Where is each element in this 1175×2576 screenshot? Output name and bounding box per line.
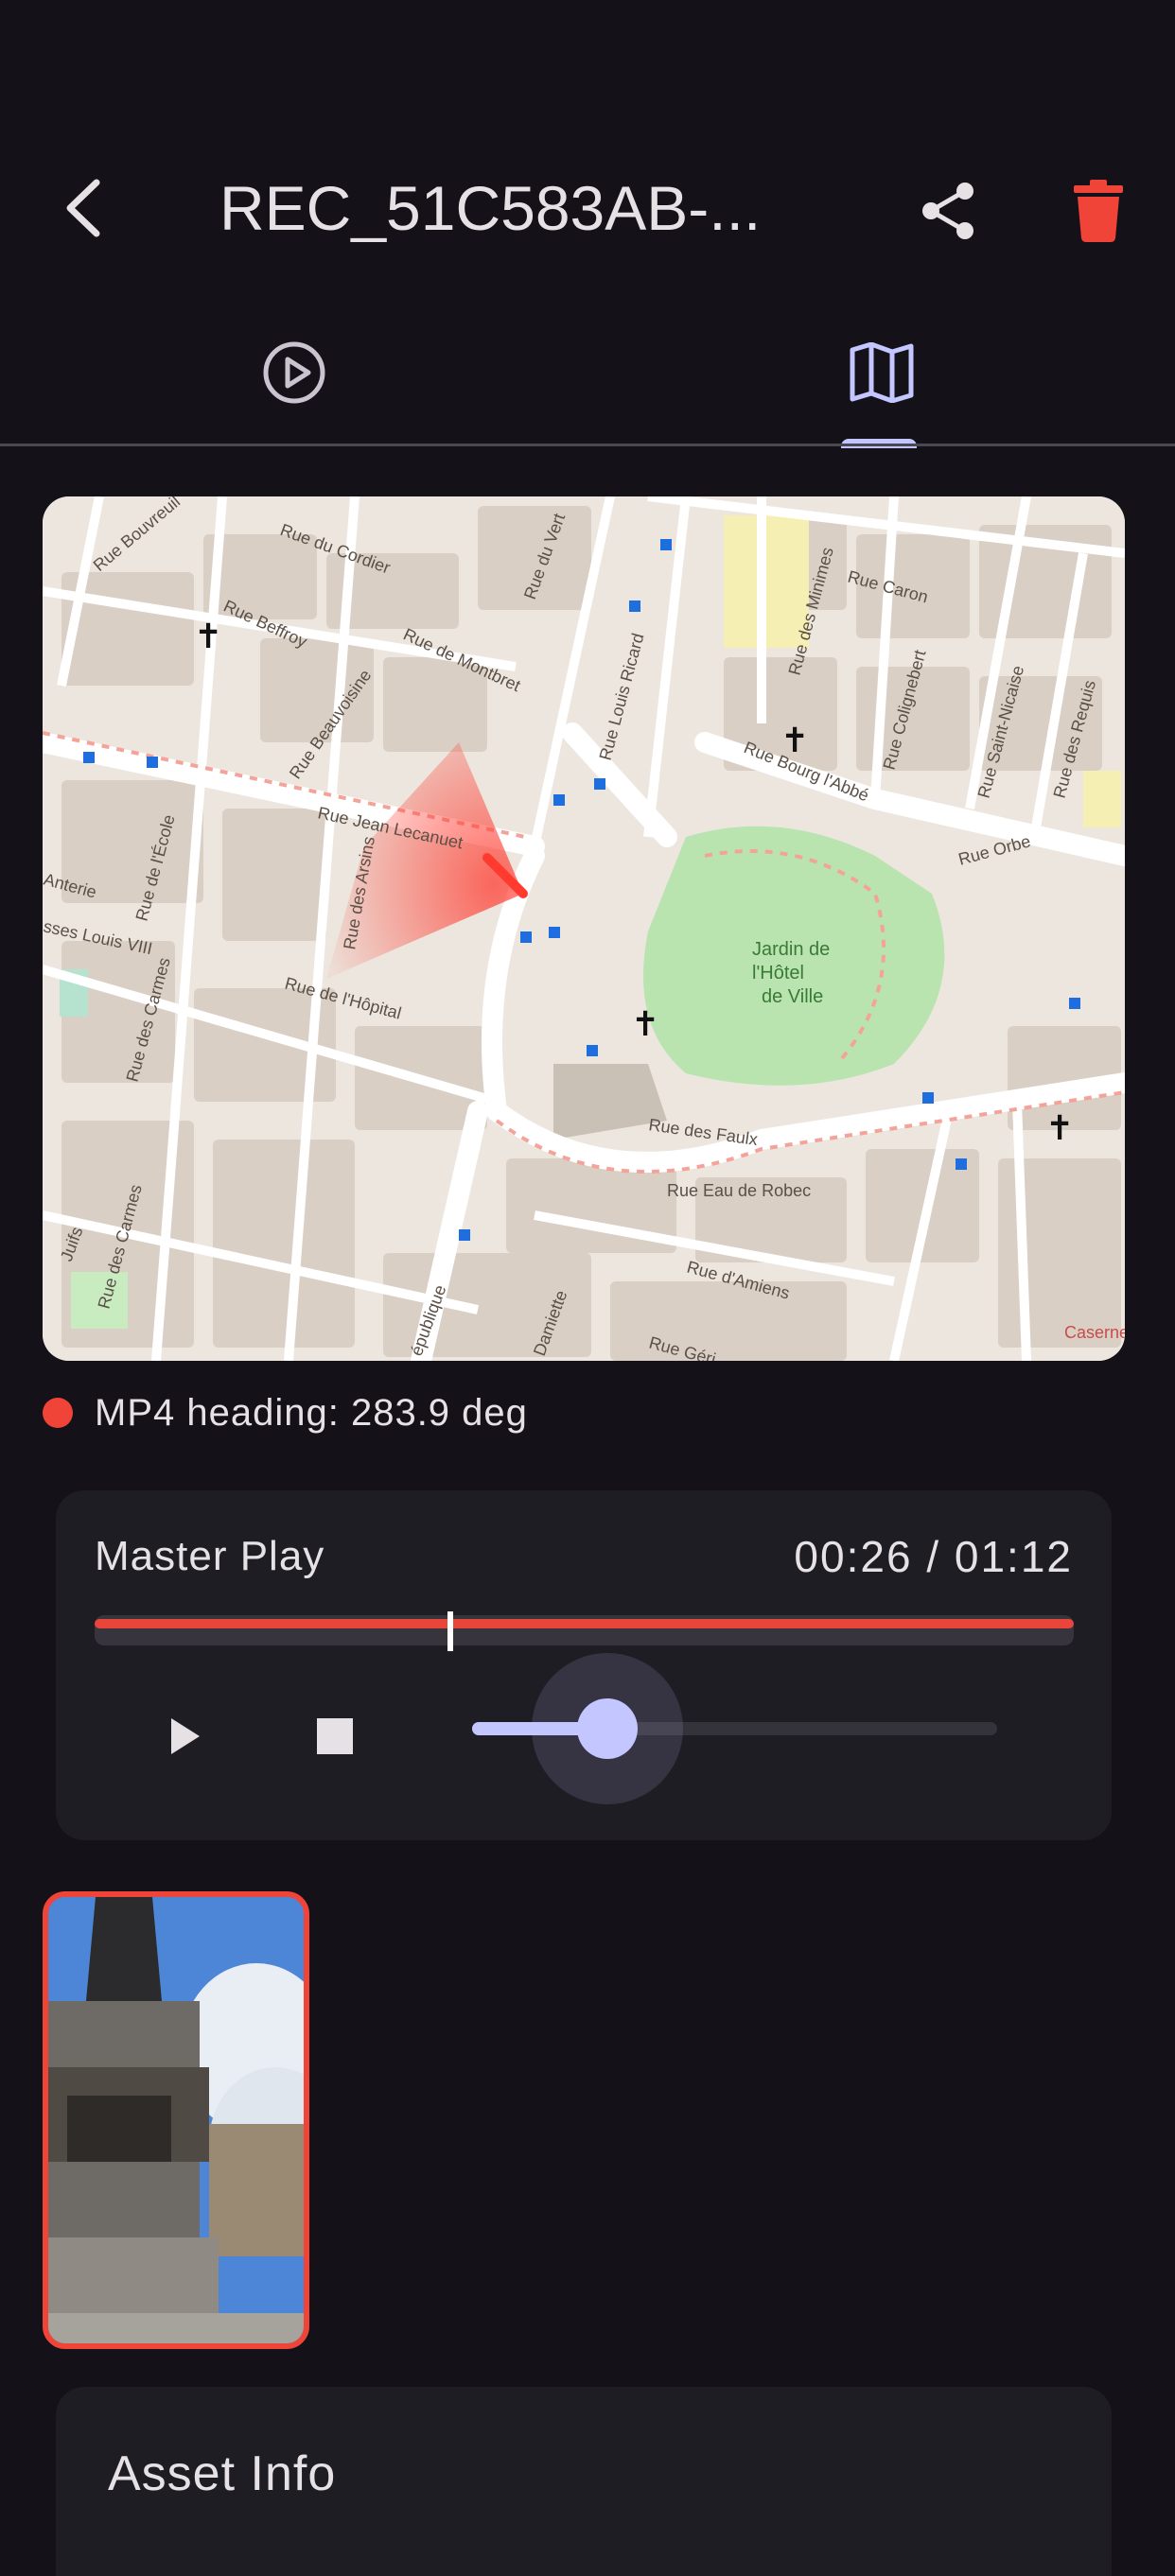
tab-map[interactable]	[588, 301, 1175, 448]
trash-icon	[1074, 180, 1123, 242]
asset-info-card: Asset Info	[56, 2387, 1112, 2576]
share-button[interactable]	[908, 170, 990, 252]
video-thumbnail[interactable]	[43, 1891, 309, 2349]
back-button[interactable]	[47, 170, 123, 246]
svg-text:✝: ✝	[1045, 1109, 1074, 1148]
stop-icon	[317, 1718, 353, 1754]
svg-text:de Ville: de Ville	[762, 986, 823, 1007]
master-play-time: 00:26 / 01:12	[794, 1532, 1073, 1581]
svg-text:Jardin de: Jardin de	[752, 939, 830, 960]
tab-player[interactable]	[0, 301, 588, 444]
statue-photo-thumbnail	[48, 1897, 304, 2343]
street-map: ✝ ✝ ✝ ✝ Rue Bouvreuil Rue du Cordier Rue…	[43, 496, 1125, 1361]
asset-info-title: Asset Info	[108, 2446, 337, 2501]
map-icon	[850, 342, 913, 403]
master-play-card: Master Play 00:26 / 01:12	[56, 1490, 1112, 1840]
playback-slider-thumb[interactable]	[577, 1698, 638, 1759]
tab-bar	[0, 301, 1175, 448]
play-icon	[171, 1718, 200, 1754]
stop-button[interactable]	[297, 1698, 373, 1774]
arrow-back-icon	[66, 179, 100, 237]
master-play-title: Master Play	[95, 1533, 325, 1579]
play-circle-icon	[263, 341, 324, 404]
svg-text:l'Hôtel: l'Hôtel	[752, 963, 804, 983]
play-button[interactable]	[146, 1698, 221, 1774]
timeline-bar	[95, 1619, 1074, 1628]
svg-text:✝: ✝	[631, 1005, 659, 1044]
svg-text:✝: ✝	[194, 618, 222, 656]
timeline-playhead[interactable]	[447, 1611, 453, 1651]
heading-indicator-dot	[43, 1398, 73, 1428]
delete-button[interactable]	[1058, 170, 1139, 252]
heading-readout: MP4 heading: 283.9 deg	[95, 1392, 528, 1434]
tab-divider	[0, 444, 1175, 446]
map-view[interactable]: ✝ ✝ ✝ ✝ Rue Bouvreuil Rue du Cordier Rue…	[43, 496, 1125, 1361]
svg-text:Rue Eau de Robec: Rue Eau de Robec	[667, 1181, 811, 1200]
svg-text:Caserne: Caserne	[1064, 1323, 1125, 1342]
share-icon	[922, 183, 973, 239]
page-title: REC_51C583AB-...	[219, 173, 762, 243]
